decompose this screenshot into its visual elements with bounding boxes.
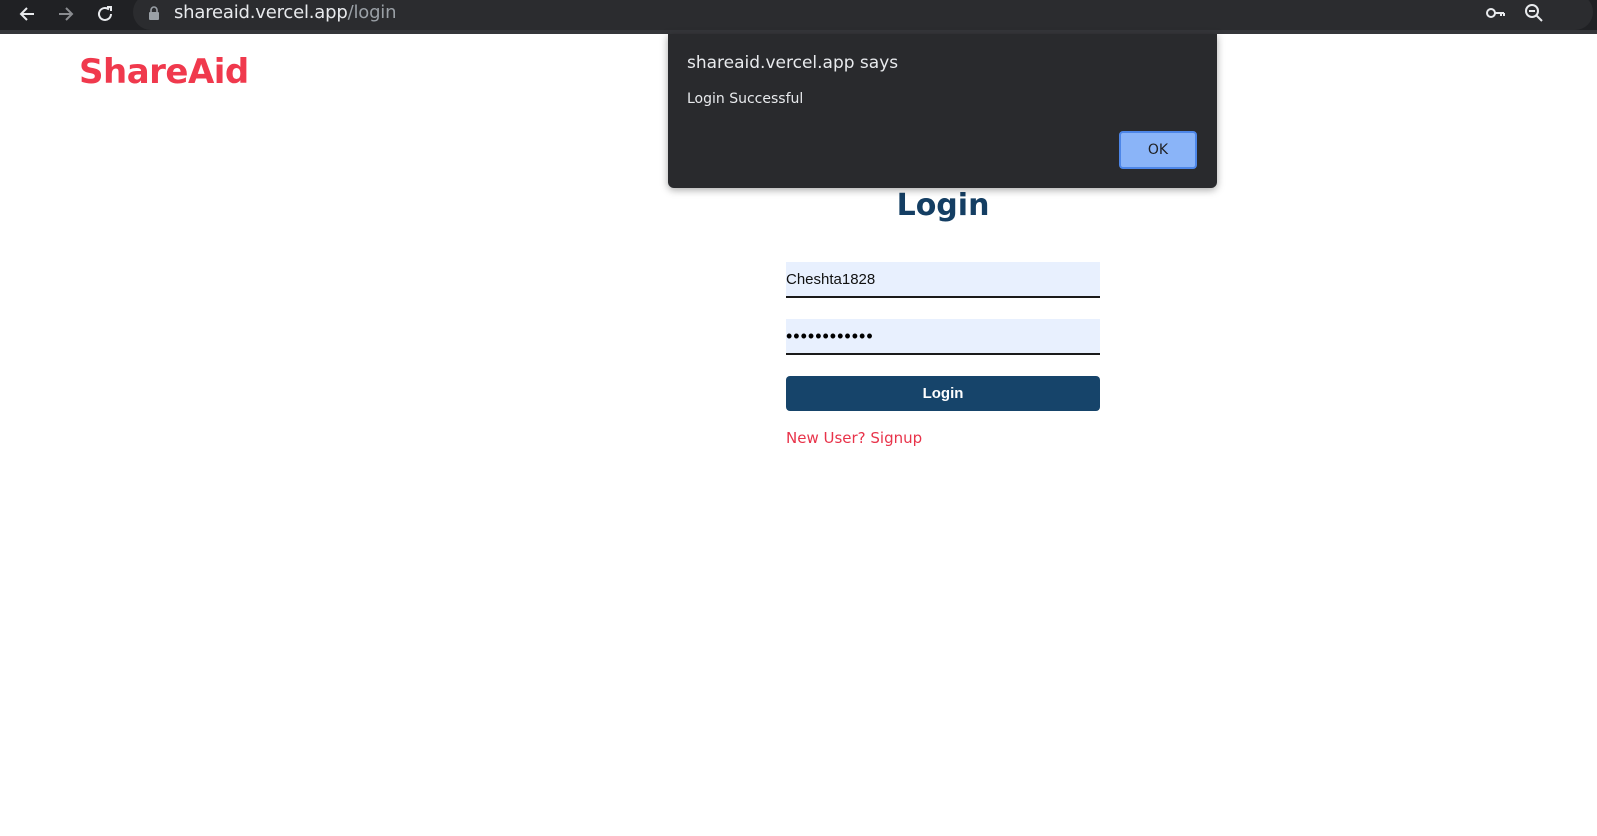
browser-toolbar: shareaid.vercel.app/login — [0, 0, 1597, 30]
password-field[interactable]: •••••••••••• — [786, 319, 1100, 355]
username-input[interactable] — [786, 270, 1100, 288]
page-title: Login — [896, 188, 990, 223]
password-input[interactable]: •••••••••••• — [786, 327, 874, 345]
forward-icon[interactable] — [51, 0, 81, 28]
zoom-out-icon[interactable] — [1523, 2, 1545, 24]
ok-button[interactable]: OK — [1119, 131, 1197, 169]
reload-icon[interactable] — [90, 0, 120, 28]
url-text[interactable]: shareaid.vercel.app/login — [174, 1, 397, 25]
back-icon[interactable] — [12, 0, 42, 28]
site-logo[interactable]: ShareAid — [79, 52, 249, 92]
username-field[interactable] — [786, 262, 1100, 298]
alert-dialog: shareaid.vercel.app says Login Successfu… — [668, 34, 1217, 188]
dialog-message: Login Successful — [687, 91, 804, 107]
url-path: /login — [347, 2, 397, 23]
url-host: shareaid.vercel.app — [174, 2, 348, 23]
key-icon[interactable] — [1484, 2, 1506, 24]
dialog-title: shareaid.vercel.app says — [687, 53, 899, 73]
login-button[interactable]: Login — [786, 376, 1100, 411]
signup-link[interactable]: New User? Signup — [786, 429, 922, 447]
lock-icon[interactable] — [148, 5, 160, 21]
